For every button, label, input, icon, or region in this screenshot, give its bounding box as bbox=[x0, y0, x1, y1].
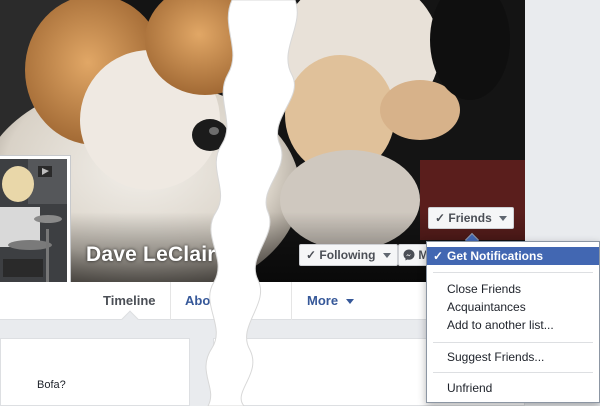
menu-item-label: Suggest Friends... bbox=[447, 350, 545, 364]
tab-about[interactable]: About bbox=[185, 282, 223, 320]
menu-divider bbox=[433, 372, 593, 373]
chevron-down-icon bbox=[382, 253, 391, 259]
menu-divider bbox=[433, 342, 593, 343]
tab-divider bbox=[170, 282, 171, 320]
menu-item-label: Acquaintances bbox=[447, 300, 526, 314]
check-icon: ✓ bbox=[435, 211, 446, 225]
profile-picture[interactable] bbox=[0, 155, 71, 303]
profile-picture-image bbox=[0, 159, 67, 299]
profile-name[interactable]: Dave LeClair bbox=[86, 243, 216, 267]
tab-label: Timeline bbox=[103, 293, 156, 308]
menu-item-close-friends[interactable]: Close Friends bbox=[427, 280, 599, 298]
following-button[interactable]: ✓ Following bbox=[299, 244, 398, 266]
tab-label: About bbox=[185, 293, 223, 308]
feed-card bbox=[0, 338, 190, 406]
menu-item-unfriend[interactable]: Unfriend bbox=[427, 379, 599, 397]
menu-item-acquaintances[interactable]: Acquaintances bbox=[427, 298, 599, 316]
chevron-down-icon bbox=[345, 299, 354, 305]
following-button-label: Following bbox=[319, 248, 376, 262]
check-icon: ✓ bbox=[306, 248, 317, 262]
chevron-down-icon bbox=[499, 216, 508, 222]
tab-more[interactable]: More bbox=[307, 282, 354, 320]
tab-divider bbox=[291, 282, 292, 320]
friends-dropdown-menu: ✓ Get Notifications Close Friends Acquai… bbox=[426, 241, 600, 403]
menu-item-label: Close Friends bbox=[447, 282, 522, 296]
menu-item-add-to-list[interactable]: Add to another list... bbox=[427, 316, 599, 334]
check-icon: ✓ bbox=[433, 249, 444, 263]
messenger-icon bbox=[403, 249, 415, 261]
tab-label: More bbox=[307, 293, 339, 308]
feed-snippet: Bofa? bbox=[37, 379, 66, 391]
menu-item-label: Get Notifications bbox=[447, 249, 544, 263]
cover-photo[interactable] bbox=[0, 0, 525, 282]
friends-button[interactable]: ✓ Friends bbox=[428, 207, 515, 229]
friends-button-label: Friends bbox=[448, 211, 492, 225]
menu-item-label: Unfriend bbox=[447, 381, 493, 395]
menu-divider bbox=[433, 272, 593, 273]
message-button[interactable]: M bbox=[398, 244, 428, 266]
menu-item-label: Add to another list... bbox=[447, 318, 554, 332]
drum-kit-photo bbox=[0, 159, 67, 299]
menu-item-get-notifications[interactable]: ✓ Get Notifications bbox=[427, 247, 599, 265]
menu-item-suggest-friends[interactable]: Suggest Friends... bbox=[427, 348, 599, 366]
